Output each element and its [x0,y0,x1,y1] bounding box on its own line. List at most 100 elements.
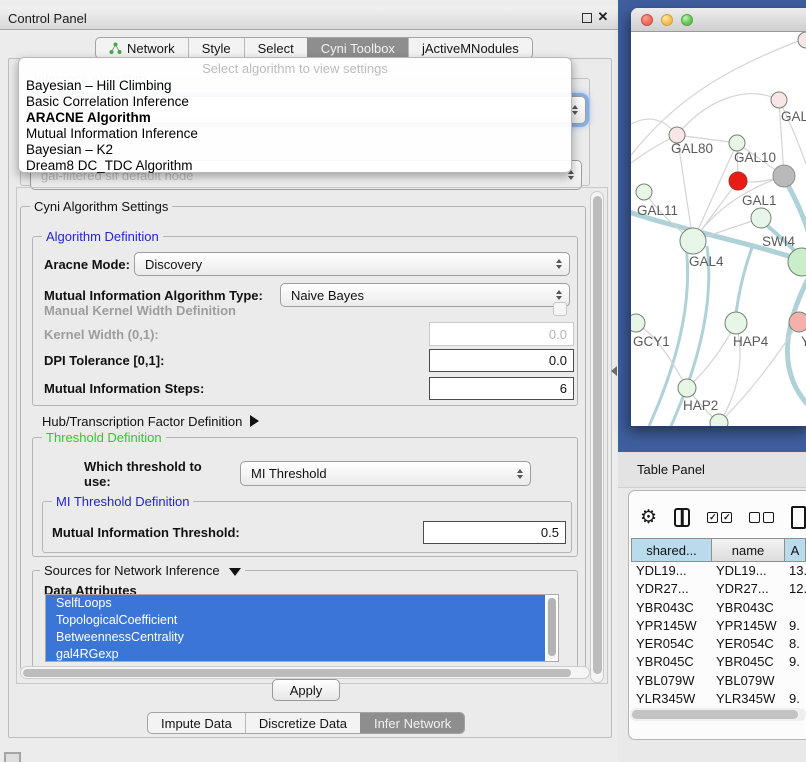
table-cell[interactable]: YDL19... [711,562,784,580]
algorithm-option[interactable]: Mutual Information Inference [19,126,571,142]
table-cell[interactable]: YER054C [711,635,784,653]
select-all-columns-icon[interactable]: ✓✓ [707,512,732,523]
dpi-tolerance-field[interactable]: 0.0 [429,349,574,372]
float-window-icon[interactable] [582,13,592,23]
table-cell[interactable] [784,599,806,617]
network-edge[interactable] [735,245,753,322]
table-cell[interactable]: YLR345W [631,690,711,708]
network-node-node-red[interactable] [729,172,747,190]
network-node-GAL11[interactable] [636,184,652,200]
table-row[interactable]: YER054CYER054C8. [631,635,806,653]
which-threshold-combobox[interactable]: MI Threshold [240,461,531,486]
table-row[interactable]: YBR045CYBR045C9. [631,653,806,671]
mi-type-combobox[interactable]: Naive Bayes [280,283,570,307]
unselect-all-columns-icon[interactable] [749,512,774,523]
network-node-GCY1[interactable] [631,314,645,332]
sources-toggle[interactable]: Sources for Network Inference [40,563,245,578]
close-icon[interactable]: ✕ [596,9,610,25]
table-cell[interactable]: YBL079W [711,672,784,690]
tab-style[interactable]: Style [188,38,244,58]
table-row[interactable]: YPR145WYPR145W9. [631,617,806,635]
splitter-collapse-icon[interactable] [611,366,617,376]
zoom-traffic-light-icon[interactable] [681,14,693,26]
table-cell[interactable]: YDR27... [711,580,784,598]
network-node-SWI4[interactable] [788,248,806,276]
network-node-node-top-right[interactable] [798,32,806,48]
table-cell[interactable]: 13... [784,562,806,580]
network-edge[interactable] [687,323,736,388]
network-node-HAP2[interactable] [678,379,696,397]
mi-steps-field[interactable]: 6 [429,377,574,400]
table-cell[interactable]: YPR145W [631,617,711,635]
tab-impute-data[interactable]: Impute Data [148,713,245,733]
table-row[interactable]: YDR27...YDR27...12... [631,580,806,598]
column-header-partial[interactable]: A [785,539,805,561]
table-cell[interactable]: 9. [784,690,806,708]
table-cell[interactable]: YLR345W [711,690,784,708]
table-cell[interactable]: YBR045C [631,653,711,671]
table-cell[interactable]: YER054C [631,635,711,653]
kernel-width-field[interactable]: 0.0 [429,322,574,346]
data-attribute-item[interactable]: BetweennessCentrality [46,629,545,646]
columns-icon[interactable] [674,508,690,527]
close-traffic-light-icon[interactable] [641,14,653,26]
network-node-node-bottom[interactable] [710,414,728,426]
tab-network[interactable]: Network [96,38,188,58]
table-cell[interactable]: YDL19... [631,562,711,580]
network-node-GAL10[interactable] [729,135,745,151]
column-header-name[interactable]: name [712,539,785,561]
table-cell[interactable]: 12... [784,580,806,598]
algorithm-option[interactable]: Bayesian – K2 [19,142,571,158]
hub-definition-toggle[interactable]: Hub/Transcription Factor Definition [42,413,259,429]
table-cell[interactable] [784,672,806,690]
mi-threshold-field[interactable]: 0.5 [423,521,566,544]
network-window-titlebar[interactable] [631,8,806,32]
export-table-icon[interactable] [791,506,806,529]
network-node-GAL4[interactable] [680,228,706,254]
data-attribute-item[interactable]: SelfLoops [46,595,545,612]
table-cell[interactable]: 9. [784,617,806,635]
settings-horizontal-scrollbar[interactable] [20,666,590,679]
minimize-traffic-light-icon[interactable] [661,14,673,26]
network-node-HAP4[interactable] [725,312,747,334]
table-cell[interactable]: 9. [784,653,806,671]
table-cell[interactable]: YBL079W [631,672,711,690]
network-node-GAL1[interactable] [751,208,771,228]
gear-icon[interactable]: ⚙ [640,508,657,527]
panel-grip-icon[interactable] [4,752,21,762]
network-node-GAL[interactable] [771,92,787,108]
tab-jactivemnodules[interactable]: jActiveMNodules [408,38,532,58]
network-graph[interactable]: GALGAL80GAL10GAL1GAL11GAL4SWI4GCY1HAP4YH… [631,32,806,426]
network-edge[interactable] [677,94,779,135]
table-row[interactable]: YLR345WYLR345W9. [631,690,806,708]
attributes-scrollbar[interactable] [547,597,556,659]
table-row[interactable]: YBR043CYBR043C [631,599,806,617]
settings-vertical-scrollbar[interactable] [590,191,604,683]
table-cell[interactable]: YDR27... [631,580,711,598]
tab-infer-network[interactable]: Infer Network [360,713,464,733]
table-cell[interactable]: 8. [784,635,806,653]
table-row[interactable]: YDL19...YDL19...13... [631,562,806,580]
tab-discretize-data[interactable]: Discretize Data [245,713,360,733]
algorithm-option[interactable]: Dream8 DC_TDC Algorithm [19,158,571,174]
table-row[interactable]: YBL079WYBL079W [631,672,806,690]
algorithm-option[interactable]: Basic Correlation Inference [19,94,571,110]
table-cell[interactable]: YBR043C [631,599,711,617]
network-canvas[interactable]: GALGAL80GAL10GAL1GAL11GAL4SWI4GCY1HAP4YH… [631,32,806,426]
manual-kernel-checkbox[interactable] [553,302,567,316]
network-node-node-Y[interactable] [789,312,806,332]
algorithm-option[interactable]: ARACNE Algorithm [19,110,571,126]
data-attribute-item[interactable]: gal4RGexp [46,646,545,662]
tab-cyni-toolbox[interactable]: Cyni Toolbox [307,38,408,58]
column-header-shared-name[interactable]: shared... [632,539,712,561]
apply-button[interactable]: Apply [272,679,340,701]
table-cell[interactable]: YPR145W [711,617,784,635]
table-horizontal-scrollbar[interactable] [630,708,806,721]
table-cell[interactable]: YBR045C [711,653,784,671]
algorithm-option[interactable]: Bayesian – Hill Climbing [19,78,571,94]
network-node-node-gray[interactable] [773,165,795,187]
data-attribute-item[interactable]: TopologicalCoefficient [46,612,545,629]
table-cell[interactable]: YBR043C [711,599,784,617]
aracne-mode-combobox[interactable]: Discovery [134,252,570,276]
tab-select[interactable]: Select [244,38,307,58]
